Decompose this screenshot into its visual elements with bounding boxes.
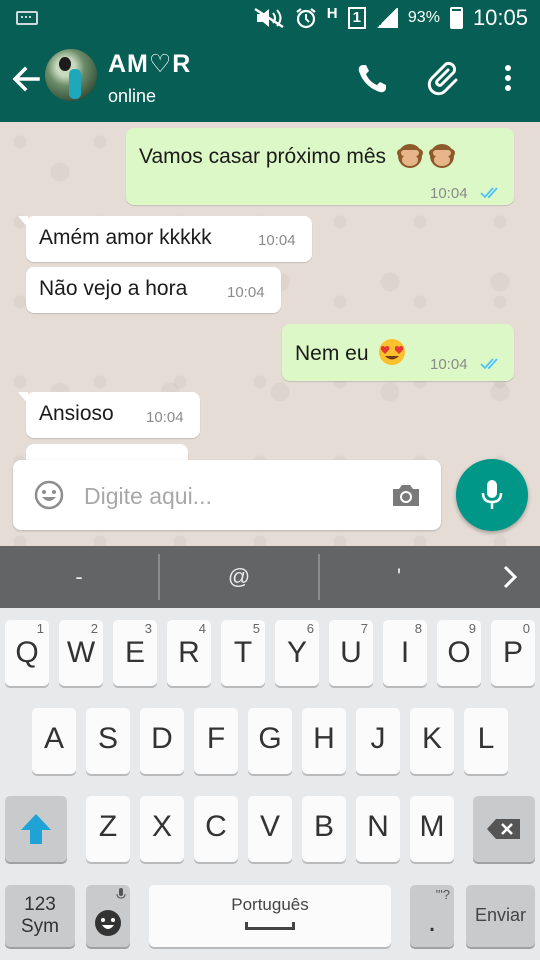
message-time: 10:04 (227, 284, 265, 301)
chat-header: AM♡R online (0, 36, 540, 122)
key-r[interactable]: 4R (167, 620, 211, 686)
battery-percent: 93% (407, 9, 440, 26)
see-no-evil-monkey-emoji (428, 144, 455, 168)
avatar[interactable] (45, 49, 97, 101)
key-y[interactable]: 6Y (275, 620, 319, 686)
message-bubble-outgoing[interactable]: Vamos casar próximo mês 10:04 (126, 128, 514, 205)
key-k[interactable]: K (410, 708, 454, 774)
chevron-right-icon[interactable] (496, 562, 524, 592)
key-s[interactable]: S (86, 708, 130, 774)
key-x[interactable]: X (140, 796, 184, 862)
smiley-icon (95, 910, 121, 936)
read-double-tick-icon (480, 187, 498, 199)
key-q[interactable]: 1Q (5, 620, 49, 686)
key-h[interactable]: H (302, 708, 346, 774)
message-text: Ansioso (39, 402, 114, 425)
camera-icon[interactable] (390, 481, 422, 509)
message-time: 10:04 (258, 232, 296, 249)
suggestion-item[interactable]: @ (160, 546, 318, 608)
clock: 10:05 (472, 5, 528, 30)
key-n[interactable]: N (356, 796, 400, 862)
space-bar[interactable]: Português (149, 885, 391, 947)
message-time: 10:04 (430, 356, 468, 373)
microphone-button[interactable] (456, 459, 528, 531)
back-arrow-icon[interactable] (8, 61, 44, 97)
emoji-button-icon[interactable] (34, 480, 64, 510)
signal-icon (375, 8, 398, 28)
alarm-icon (296, 8, 316, 29)
keyboard-indicator-icon (16, 11, 38, 25)
contact-name[interactable]: AM♡R (108, 49, 191, 79)
emoji-key[interactable] (86, 885, 130, 947)
message-bubble-outgoing[interactable]: Nem eu 10:04 (282, 324, 514, 381)
heart-eyes-emoji (379, 339, 406, 365)
keyboard-suggestion-bar: - @ ' (0, 546, 540, 608)
message-time: 10:04 (146, 409, 184, 426)
message-bubble-incoming[interactable]: Ansioso 10:04 (18, 392, 200, 438)
key-d[interactable]: D (140, 708, 184, 774)
backspace-icon (487, 819, 520, 839)
shift-key[interactable] (5, 796, 67, 862)
key-z[interactable]: Z (86, 796, 130, 862)
key-v[interactable]: V (248, 796, 292, 862)
key-p[interactable]: 0P (491, 620, 535, 686)
message-bubble-incoming[interactable]: Não vejo a hora 10:04 (26, 267, 281, 313)
key-g[interactable]: G (248, 708, 292, 774)
message-input[interactable] (84, 478, 374, 514)
send-key[interactable]: Enviar (466, 885, 535, 947)
key-b[interactable]: B (302, 796, 346, 862)
status-bar: H 1 93% 10:05 (0, 0, 540, 36)
network-type: H (326, 5, 338, 22)
battery-icon (449, 7, 463, 29)
message-text: Nem eu (295, 338, 406, 366)
message-time: 10:04 (430, 185, 468, 202)
sim-icon: 1 (347, 7, 366, 29)
key-u[interactable]: 7U (329, 620, 373, 686)
microphone-icon (481, 480, 503, 509)
key-a[interactable]: A (32, 708, 76, 774)
phone-icon[interactable] (354, 60, 390, 96)
key-l[interactable]: L (464, 708, 508, 774)
backspace-key[interactable] (473, 796, 535, 862)
key-m[interactable]: M (410, 796, 454, 862)
mute-icon (254, 7, 284, 29)
key-o[interactable]: 9O (437, 620, 481, 686)
message-text: Não vejo a hora (39, 277, 188, 300)
period-key[interactable]: '"? . (410, 885, 454, 947)
key-i[interactable]: 8I (383, 620, 427, 686)
onscreen-keyboard: 1Q 2W 3E 4R 5T 6Y 7U 8I 9O 0P A S D F G … (0, 608, 540, 960)
read-double-tick-icon (480, 358, 498, 370)
paperclip-icon[interactable] (425, 60, 461, 96)
more-options-icon[interactable] (490, 60, 526, 96)
shift-arrow-icon (21, 814, 51, 844)
key-w[interactable]: 2W (59, 620, 103, 686)
suggestion-item[interactable]: ' (320, 546, 478, 608)
suggestion-item[interactable]: - (0, 546, 158, 608)
key-c[interactable]: C (194, 796, 238, 862)
message-text: Amém amor kkkkk (39, 226, 212, 249)
message-bubble-incoming[interactable]: Amém amor kkkkk 10:04 (18, 216, 312, 262)
space-icon (245, 922, 295, 930)
key-e[interactable]: 3E (113, 620, 157, 686)
contact-status: online (108, 86, 157, 106)
key-f[interactable]: F (194, 708, 238, 774)
message-text: Vamos casar próximo mês (139, 141, 456, 169)
mic-small-icon (116, 888, 126, 899)
see-no-evil-monkey-emoji (396, 144, 423, 168)
key-j[interactable]: J (356, 708, 400, 774)
key-t[interactable]: 5T (221, 620, 265, 686)
symbols-key[interactable]: 123 Sym (5, 885, 75, 947)
